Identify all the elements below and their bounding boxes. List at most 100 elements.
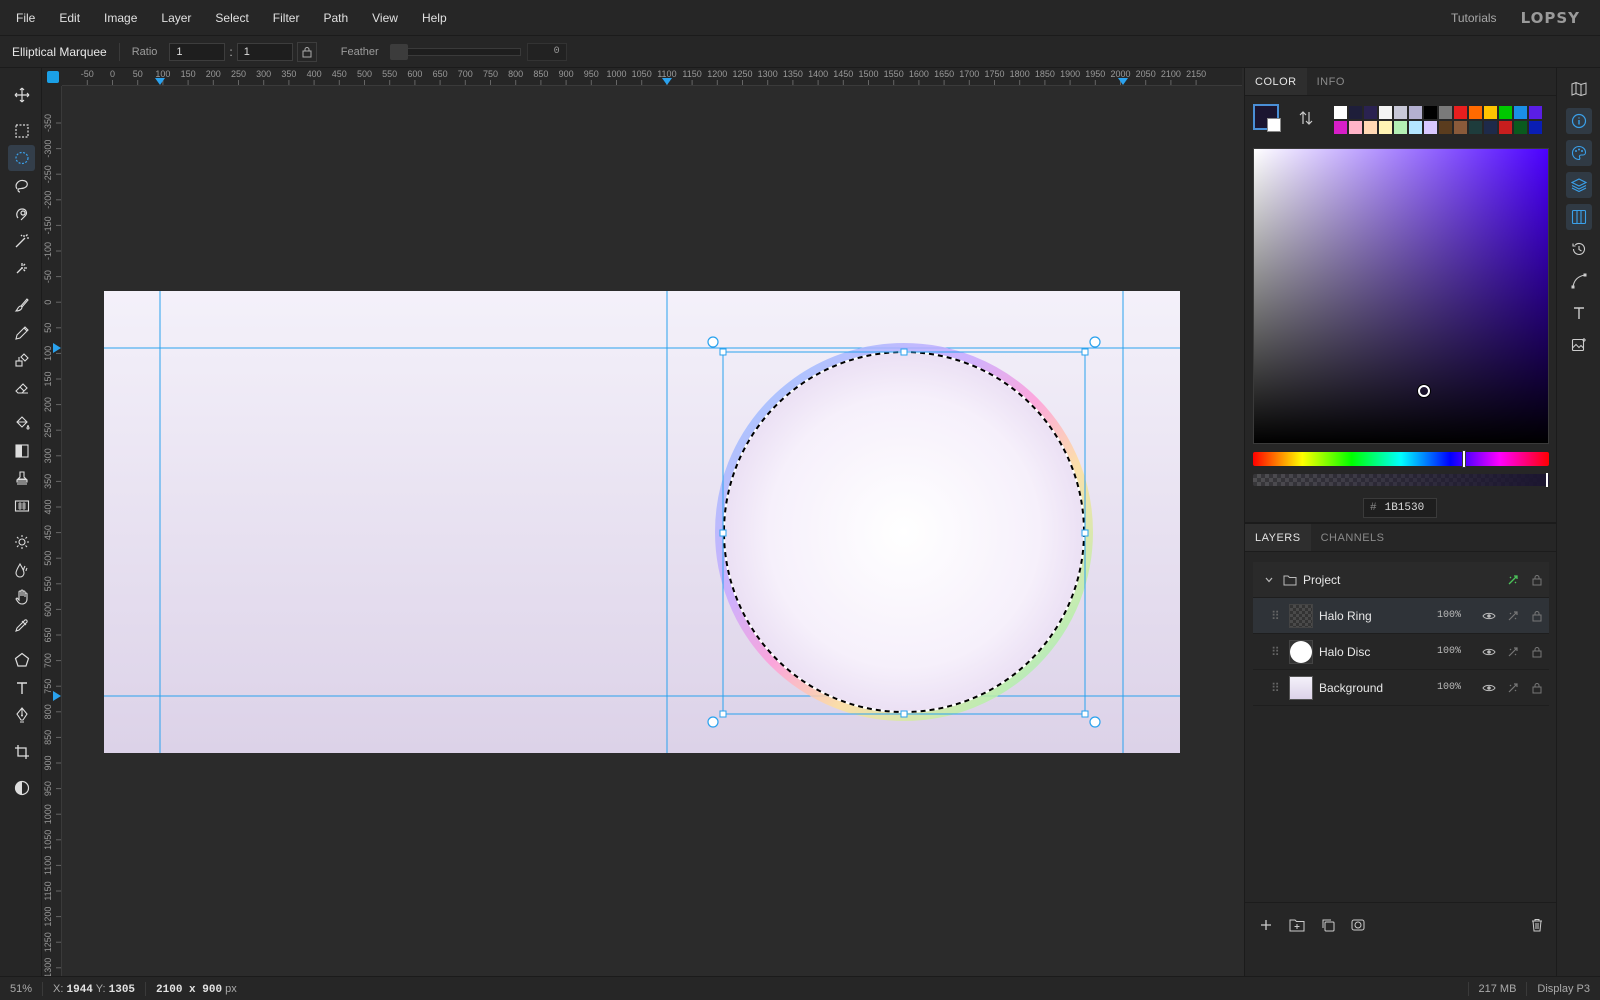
mask-layer-icon[interactable] <box>1351 918 1365 932</box>
color-swatch[interactable] <box>1513 105 1528 120</box>
color-swatch[interactable] <box>1528 120 1543 135</box>
ruler-origin-button[interactable] <box>47 71 59 83</box>
color-swatch[interactable] <box>1363 105 1378 120</box>
color-swatch[interactable] <box>1393 105 1408 120</box>
menu-filter[interactable]: Filter <box>261 11 312 25</box>
clone-tool[interactable] <box>8 347 35 373</box>
background-color-swatch[interactable] <box>1267 118 1281 132</box>
color-swatch[interactable] <box>1333 120 1348 135</box>
feather-slider-knob[interactable] <box>389 43 408 60</box>
menu-select[interactable]: Select <box>203 11 260 25</box>
color-swatch[interactable] <box>1423 120 1438 135</box>
color-swatch[interactable] <box>1363 120 1378 135</box>
color-swatch[interactable] <box>1483 120 1498 135</box>
layer-lock-button[interactable] <box>1525 610 1549 622</box>
ratio-lock-button[interactable] <box>296 41 317 62</box>
ratio-height-input[interactable]: 1 <box>236 42 293 61</box>
character-panel-button[interactable] <box>1566 300 1592 326</box>
text-tool[interactable] <box>8 675 35 701</box>
color-picker-field[interactable] <box>1253 148 1549 444</box>
color-swatch[interactable] <box>1408 105 1423 120</box>
gradient-tool[interactable] <box>8 438 35 464</box>
history-panel-button[interactable] <box>1566 236 1592 262</box>
guide-marker[interactable] <box>155 78 165 85</box>
navigator-button[interactable] <box>1566 76 1592 102</box>
ruler-horizontal[interactable]: -50 0 50 100 150 200 250 300 350 400 450 500 550 600 6… <box>62 68 1242 86</box>
layers-panel-button[interactable] <box>1566 172 1592 198</box>
menu-layer[interactable]: Layer <box>149 11 203 25</box>
eyedropper-tool[interactable] <box>8 612 35 638</box>
mask-mode-tool[interactable] <box>8 775 35 801</box>
color-swatch[interactable] <box>1423 105 1438 120</box>
hue-slider[interactable] <box>1253 450 1549 468</box>
ruler-vertical[interactable]: -350 -300 -250 -200 -150 -100 -50 0 50 100 150 200 2… <box>42 86 62 976</box>
color-picker-knob[interactable] <box>1418 385 1430 397</box>
drag-handle-icon[interactable]: ⠿ <box>1271 609 1283 623</box>
channels-panel-button[interactable] <box>1566 204 1592 230</box>
visibility-toggle[interactable] <box>1477 683 1501 693</box>
layer-fx-button[interactable] <box>1501 610 1525 622</box>
brush-tool[interactable] <box>8 292 35 318</box>
stamp-tool[interactable] <box>8 465 35 491</box>
guide-marker[interactable] <box>1118 78 1128 85</box>
color-swatch[interactable] <box>1438 120 1453 135</box>
color-swatch[interactable] <box>1378 105 1393 120</box>
lasso-tool[interactable] <box>8 173 35 199</box>
paths-panel-button[interactable] <box>1566 268 1592 294</box>
menu-image[interactable]: Image <box>92 11 149 25</box>
tab-info[interactable]: INFO <box>1307 68 1355 95</box>
layer-opacity[interactable]: 100% <box>1437 682 1477 693</box>
ellipse-marquee-tool[interactable] <box>8 145 35 171</box>
layer-fx-button[interactable] <box>1501 646 1525 658</box>
guide-marker[interactable] <box>662 78 672 85</box>
layer-opacity[interactable]: 100% <box>1437 646 1477 657</box>
layer-lock-button[interactable] <box>1525 682 1549 694</box>
color-swatch[interactable] <box>1453 105 1468 120</box>
hand-tool[interactable] <box>8 584 35 610</box>
magic-wand-tool[interactable] <box>8 228 35 254</box>
pencil-tool[interactable] <box>8 320 35 346</box>
color-swatch[interactable] <box>1453 120 1468 135</box>
layer-row[interactable]: ⠿ Halo Ring 100% <box>1253 598 1549 634</box>
drag-handle-icon[interactable]: ⠿ <box>1271 645 1283 659</box>
visibility-toggle[interactable] <box>1477 611 1501 621</box>
guide-marker[interactable] <box>53 691 61 701</box>
drag-handle-icon[interactable]: ⠿ <box>1271 681 1283 695</box>
alpha-slider-knob[interactable] <box>1546 473 1548 487</box>
color-swatch[interactable] <box>1498 105 1513 120</box>
color-swatch[interactable] <box>1393 120 1408 135</box>
shape-tool[interactable] <box>8 647 35 673</box>
layer-row[interactable]: ⠿ Background 100% <box>1253 670 1549 706</box>
layer-lock-button[interactable] <box>1525 646 1549 658</box>
canvas-area[interactable] <box>62 86 1242 976</box>
trash-icon[interactable] <box>1531 918 1543 932</box>
quick-select-tool[interactable] <box>8 201 35 227</box>
menu-path[interactable]: Path <box>311 11 360 25</box>
color-swatch[interactable] <box>1483 105 1498 120</box>
zoom-level[interactable]: 51% <box>0 981 44 996</box>
layer-fx-button[interactable] <box>1501 682 1525 694</box>
color-swatch[interactable] <box>1468 120 1483 135</box>
pattern-tool[interactable] <box>8 493 35 519</box>
feather-slider[interactable] <box>389 43 521 60</box>
blur-tool[interactable] <box>8 557 35 583</box>
visibility-toggle[interactable] <box>1477 647 1501 657</box>
layer-row[interactable]: ⠿ Halo Disc 100% <box>1253 634 1549 670</box>
menu-help[interactable]: Help <box>410 11 459 25</box>
menu-view[interactable]: View <box>360 11 410 25</box>
move-tool[interactable] <box>8 82 35 108</box>
fx-icon[interactable] <box>1501 574 1525 586</box>
color-swatch[interactable] <box>1498 120 1513 135</box>
tab-channels[interactable]: CHANNELS <box>1311 524 1395 551</box>
pen-tool[interactable] <box>8 702 35 728</box>
dodge-tool[interactable] <box>8 529 35 555</box>
info-panel-button[interactable] <box>1566 108 1592 134</box>
tab-layers[interactable]: LAYERS <box>1245 524 1311 551</box>
eraser-tool[interactable] <box>8 375 35 401</box>
color-swatch[interactable] <box>1408 120 1423 135</box>
chevron-down-icon[interactable] <box>1261 575 1277 585</box>
add-layer-icon[interactable] <box>1259 918 1273 932</box>
color-profile[interactable]: Display P3 <box>1526 981 1600 996</box>
alpha-slider[interactable] <box>1253 473 1549 487</box>
color-swatch[interactable] <box>1528 105 1543 120</box>
